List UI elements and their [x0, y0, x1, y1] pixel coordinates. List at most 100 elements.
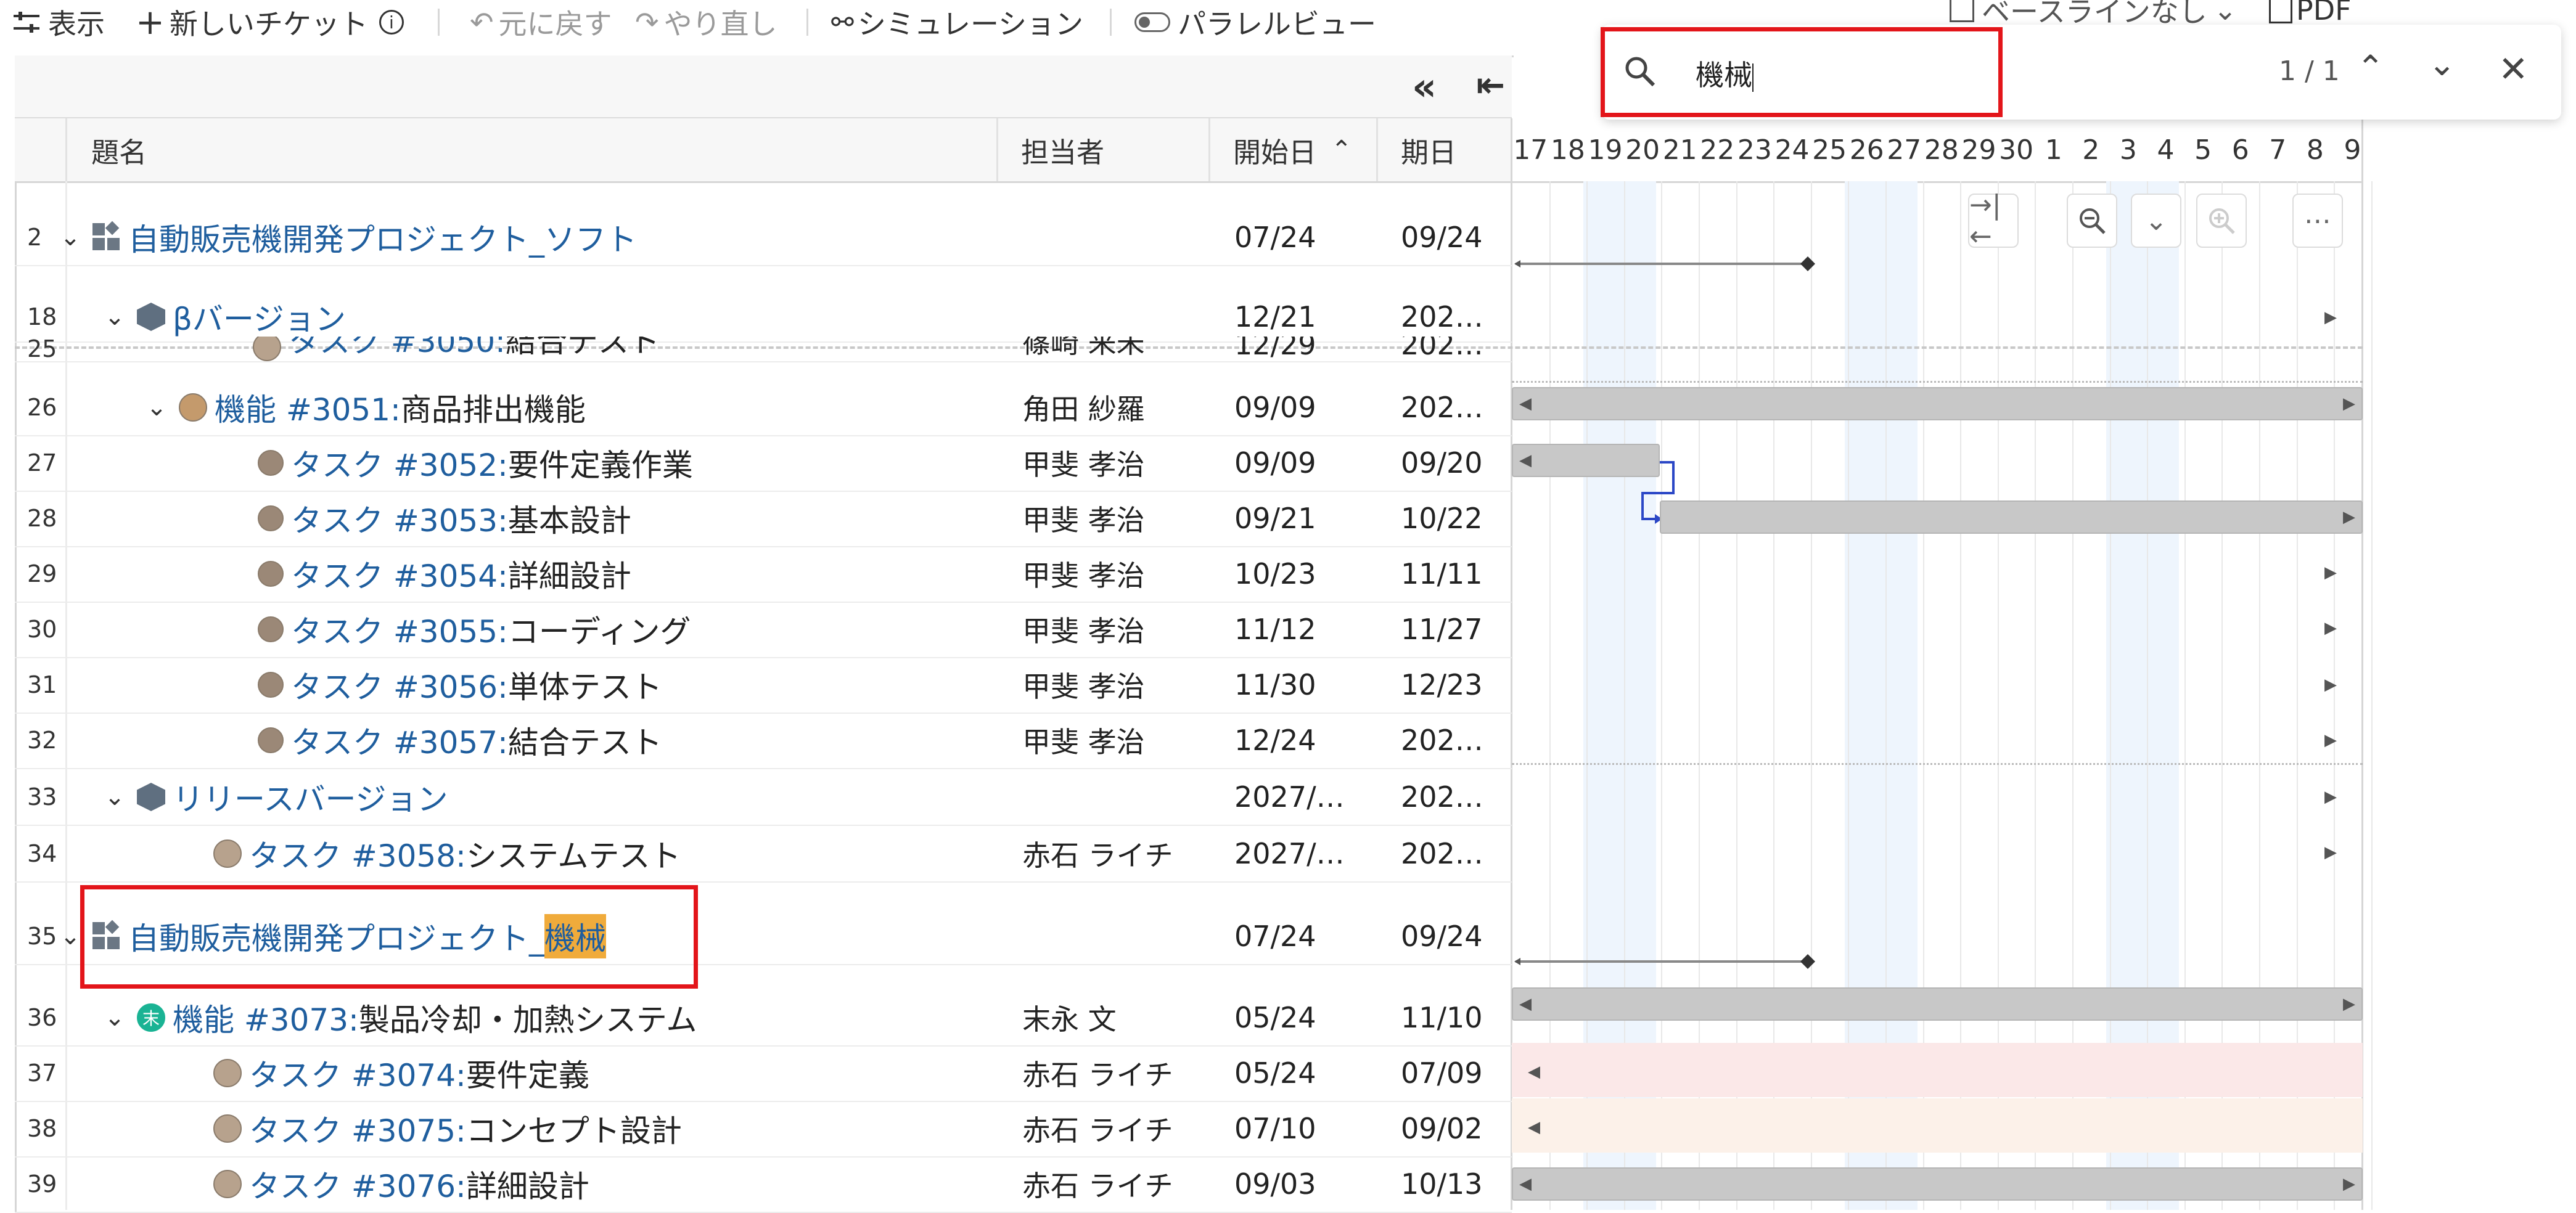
row-divider [15, 265, 1512, 266]
issue-id-link[interactable]: タスク #3055: [291, 607, 508, 651]
row-number: 34 [27, 840, 57, 867]
chevron-down-icon[interactable]: ⌄ [101, 1003, 128, 1032]
row-start-date: 12/21 [1234, 300, 1316, 333]
row-title[interactable]: タスク #3054: 詳細設計 [258, 546, 631, 602]
chevron-down-icon[interactable]: ⌄ [57, 223, 84, 251]
row-due-date: 09/02 [1401, 1112, 1483, 1145]
scroll-left-icon[interactable]: ◀ [1528, 1118, 1540, 1137]
info-icon[interactable]: i [379, 10, 404, 35]
redo-button[interactable]: ↷ やり直し [635, 4, 777, 41]
gantt-day: 24 [1774, 134, 1810, 166]
simulation-button[interactable]: ⚯ シミュレーション [831, 4, 1083, 41]
header-due[interactable]: 期日 [1401, 118, 1456, 181]
gantt-day: 2 [2082, 134, 2100, 166]
row-title[interactable]: タスク #3050: 結合テスト [253, 337, 660, 361]
issue-id-link[interactable]: 機能 #3073: [173, 995, 359, 1040]
chevron-down-icon[interactable]: ⌄ [101, 783, 128, 811]
row-title[interactable]: ⌄ βバージョン [101, 292, 346, 341]
row-title[interactable]: タスク #3053: 基本設計 [258, 491, 631, 546]
row-title[interactable]: タスク #3057: 結合テスト [258, 713, 662, 768]
issue-id-link[interactable]: タスク #3058: [249, 831, 466, 876]
gantt-day: 6 [2231, 134, 2249, 166]
group-title[interactable]: 自動販売機開発プロジェクト_ソフト [128, 215, 637, 259]
gantt-day: 26 [1849, 134, 1884, 166]
scroll-right-icon[interactable]: ▶ [2324, 676, 2337, 694]
row-title[interactable]: タスク #3055: コーディング [258, 602, 691, 657]
scroll-right-icon[interactable]: ▶ [2324, 619, 2337, 637]
header-start[interactable]: 開始日 ⌃ [1233, 118, 1352, 181]
row-start-date: 07/24 [1234, 221, 1316, 254]
gantt-bar-3073[interactable]: ◀ ▶ [1512, 987, 2363, 1021]
row-start-date: 2027/… [1234, 780, 1345, 814]
close-icon[interactable]: ✕ [2498, 48, 2529, 90]
row-title[interactable]: タスク #3056: 単体テスト [258, 657, 662, 713]
gantt-day: 5 [2194, 134, 2212, 166]
scroll-right-icon[interactable]: ▶ [2324, 843, 2337, 862]
redo-icon: ↷ [635, 6, 659, 39]
gantt-day: 19 [1588, 134, 1623, 166]
issue-id-link[interactable]: タスク #3074: [249, 1051, 466, 1095]
row-start-date: 07/24 [1234, 920, 1316, 953]
issue-title: 結合テスト [507, 725, 662, 761]
undo-icon: ↶ [470, 6, 494, 39]
issue-id-link[interactable]: 機能 #3051: [215, 385, 401, 430]
group-title[interactable]: リリースバージョン [173, 775, 448, 819]
scroll-right-icon[interactable]: ▶ [2324, 731, 2337, 749]
scroll-right-icon[interactable]: ▶ [2324, 563, 2337, 582]
issue-id-link[interactable]: タスク #3052: [291, 441, 508, 485]
issue-id-link[interactable]: タスク #3054: [291, 552, 508, 596]
row-assignee: 篠崎 来未 [1022, 337, 1145, 359]
scroll-right-icon[interactable]: ▶ [2324, 308, 2337, 327]
row-title[interactable]: タスク #3052: 要件定義作業 [258, 435, 693, 491]
view-button[interactable]: 表示 [11, 4, 105, 41]
chevron-down-icon[interactable]: ⌄ [143, 393, 170, 422]
row-title[interactable]: タスク #3075: コンセプト設計 [213, 1101, 682, 1156]
avatar [258, 727, 284, 753]
issue-id-link[interactable]: タスク #3057: [291, 718, 508, 762]
scroll-left-icon[interactable]: ◀ [1528, 1063, 1540, 1081]
chevron-down-icon: ⌄ [2213, 0, 2238, 27]
row-title[interactable]: ⌄ 自動販売機開発プロジェクト_ソフト [57, 210, 637, 265]
scroll-right-icon[interactable]: ▶ [2324, 788, 2337, 806]
row-due-date: 202… [1401, 780, 1483, 814]
new-ticket-button[interactable]: + 新しいチケット i [136, 2, 404, 43]
gantt-bar-3053[interactable]: ▶ [1660, 500, 2363, 534]
search-next-icon[interactable]: ⌄ [2428, 44, 2456, 83]
header-assignee[interactable]: 担当者 [1021, 118, 1104, 181]
avatar [258, 505, 284, 531]
avatar [213, 1114, 242, 1143]
gantt-bar-3076[interactable]: ◀ ▶ [1512, 1167, 2363, 1201]
undo-button[interactable]: ↶ 元に戻す [470, 4, 612, 41]
row-title[interactable]: ⌄ 機能 #3051: 商品排出機能 [143, 380, 586, 435]
row-assignee: 甲斐 孝治 [1022, 670, 1145, 703]
header-title[interactable]: 題名 [91, 118, 147, 181]
collapse-all-icon[interactable]: « [1412, 64, 1437, 109]
collapse-left-icon[interactable]: ⇤ [1476, 65, 1505, 105]
row-due-date: 202… [1401, 337, 1483, 361]
issue-id-link[interactable]: タスク #3075: [249, 1106, 466, 1151]
issue-id-link[interactable]: タスク #3056: [291, 663, 508, 707]
avatar [213, 1059, 242, 1087]
row-divider [15, 881, 1512, 883]
avatar [253, 337, 281, 361]
row-due-date: 11/10 [1401, 1001, 1483, 1034]
pdf-icon [2269, 0, 2292, 23]
parallel-view-toggle[interactable]: パラレルビュー [1134, 4, 1376, 41]
row-title[interactable]: タスク #3074: 要件定義 [213, 1045, 589, 1101]
group-title[interactable]: βバージョン [173, 295, 346, 339]
gantt-bar-3051[interactable]: ◀ ▶ [1512, 387, 2363, 420]
avatar: 末 [137, 1003, 165, 1032]
row-title[interactable]: ⌄ 末機能 #3073: 製品冷却・加熱システム [101, 990, 697, 1045]
issue-id-link[interactable]: タスク #3076: [249, 1162, 466, 1206]
row-title[interactable]: タスク #3058: システムテスト [213, 826, 681, 881]
gantt-bar-3074[interactable] [1512, 1043, 2363, 1097]
chevron-down-icon[interactable]: ⌄ [101, 303, 128, 331]
row-title[interactable]: タスク #3076: 詳細設計 [213, 1156, 589, 1212]
gantt-bar-3075[interactable] [1512, 1098, 2363, 1153]
issue-id-link[interactable]: タスク #3053: [291, 496, 508, 541]
gantt-bar-3052[interactable]: ◀ [1512, 444, 1660, 477]
issue-id-link[interactable]: タスク #3050: [289, 337, 506, 361]
issue-title: 商品排出機能 [400, 392, 586, 428]
row-title[interactable]: ⌄ リリースバージョン [101, 769, 448, 825]
search-prev-icon[interactable]: ⌃ [2357, 48, 2384, 87]
